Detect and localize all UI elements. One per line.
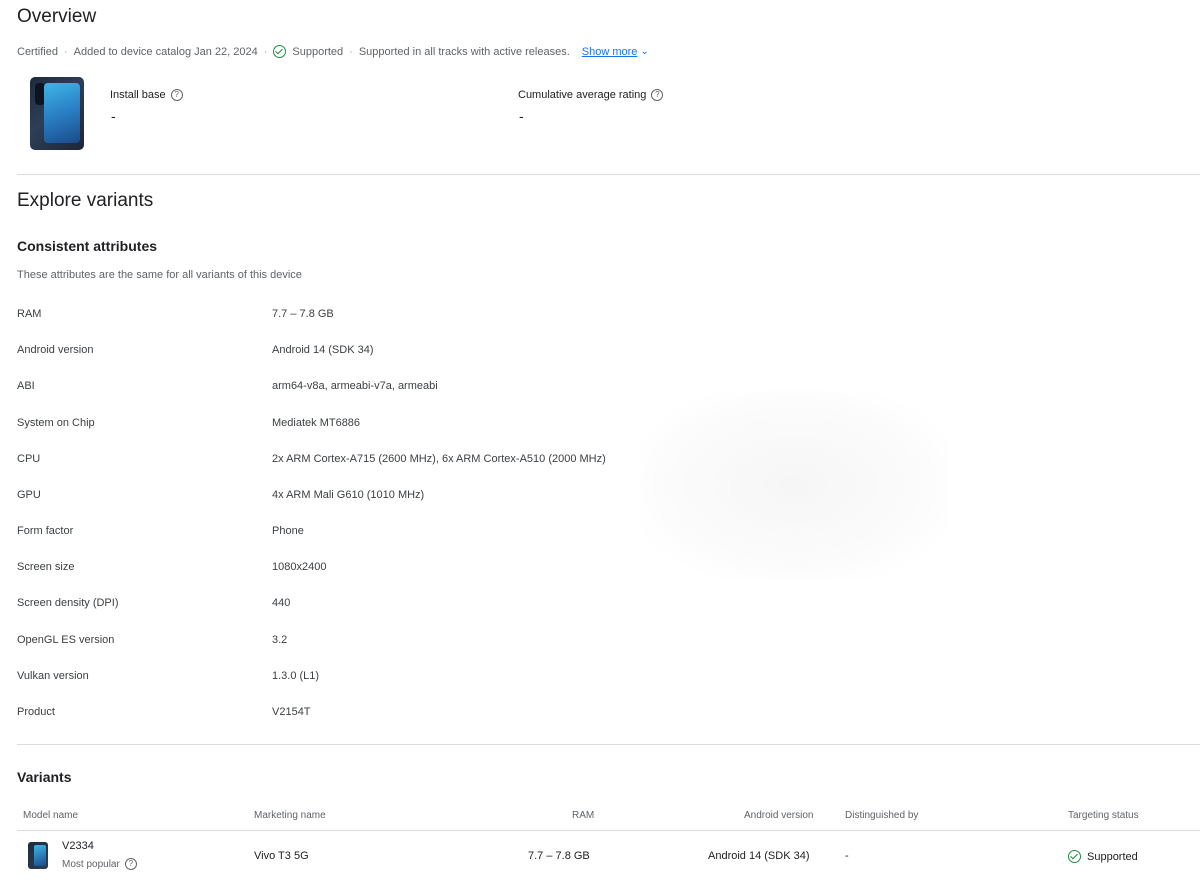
- attribute-value: Android 14 (SDK 34): [272, 344, 374, 356]
- attribute-value: 4x ARM Mali G610 (1010 MHz): [272, 489, 425, 501]
- chevron-down-icon[interactable]: ⌄: [640, 46, 648, 57]
- column-header-model-name[interactable]: Model name: [23, 810, 78, 821]
- variant-distinguished-by: -: [845, 850, 849, 862]
- section-divider: [17, 744, 1200, 745]
- attribute-value: 440: [272, 597, 291, 609]
- variant-model-name[interactable]: V2334: [62, 840, 94, 852]
- attribute-value: Phone: [272, 525, 304, 537]
- install-base-value: -: [111, 108, 116, 124]
- attribute-value: 3.2: [272, 634, 288, 646]
- attribute-key: Screen density (DPI): [17, 597, 119, 609]
- variant-targeting-status: Supported: [1068, 850, 1138, 863]
- column-header-distinguished-by[interactable]: Distinguished by: [845, 810, 918, 821]
- install-base-stat: Install base ?: [110, 89, 183, 101]
- attribute-value: 1.3.0 (L1): [272, 670, 320, 682]
- variants-heading: Variants: [17, 769, 72, 785]
- most-popular-label: Most popular: [62, 858, 120, 870]
- targeting-status-label: Supported: [1087, 850, 1138, 863]
- certified-label: Certified: [17, 45, 58, 58]
- separator-dot: ·: [349, 45, 353, 58]
- table-header-divider: [17, 830, 1200, 831]
- support-detail-label: Supported in all tracks with active rele…: [358, 45, 570, 58]
- attribute-key: Vulkan version: [17, 670, 89, 682]
- attribute-key: Screen size: [17, 561, 75, 573]
- column-header-ram[interactable]: RAM: [572, 810, 594, 821]
- consistent-attributes-heading: Consistent attributes: [17, 238, 158, 254]
- column-header-marketing-name[interactable]: Marketing name: [254, 810, 326, 821]
- column-header-targeting-status[interactable]: Targeting status: [1068, 810, 1139, 821]
- variant-tag: Most popular ?: [62, 858, 137, 870]
- attribute-key: ABI: [17, 380, 35, 392]
- device-meta-row: Certified · Added to device catalog Jan …: [17, 45, 649, 58]
- separator-dot: ·: [263, 45, 268, 58]
- watermark-blur: [640, 390, 950, 580]
- attribute-value: V2154T: [272, 706, 311, 718]
- attribute-key: Android version: [17, 344, 94, 356]
- check-circle-icon: [1068, 850, 1081, 863]
- variant-android-version: Android 14 (SDK 34): [708, 850, 810, 862]
- section-divider: [17, 174, 1200, 175]
- attribute-value: Mediatek MT6886: [272, 417, 361, 429]
- attribute-value: 7.7 – 7.8 GB: [272, 308, 334, 320]
- attribute-key: System on Chip: [17, 417, 95, 429]
- attribute-key: CPU: [17, 453, 41, 465]
- show-more-link[interactable]: Show more: [582, 46, 638, 58]
- help-icon[interactable]: ?: [170, 89, 183, 101]
- rating-label: Cumulative average rating: [518, 89, 647, 101]
- check-circle-icon: [273, 45, 287, 58]
- attribute-value: 2x ARM Cortex-A715 (2600 MHz), 6x ARM Co…: [272, 453, 606, 465]
- support-status-label: Supported: [292, 45, 344, 58]
- attribute-value: arm64-v8a, armeabi-v7a, armeabi: [272, 380, 438, 392]
- install-base-label: Install base: [110, 89, 166, 101]
- device-screen: [44, 83, 80, 143]
- variant-ram: 7.7 – 7.8 GB: [528, 850, 590, 862]
- variant-marketing-name: Vivo T3 5G: [254, 850, 309, 862]
- rating-stat: Cumulative average rating ?: [518, 89, 664, 101]
- attribute-key: RAM: [17, 308, 42, 320]
- attribute-key: Form factor: [17, 525, 74, 537]
- separator-dot: ·: [63, 45, 68, 58]
- added-date-label: Added to device catalog Jan 22, 2024: [73, 45, 258, 58]
- explore-variants-heading: Explore variants: [17, 190, 154, 211]
- attribute-key: GPU: [17, 489, 41, 501]
- device-image: [30, 77, 84, 150]
- rating-value: -: [519, 108, 524, 124]
- help-icon[interactable]: ?: [124, 858, 137, 870]
- consistent-attributes-description: These attributes are the same for all va…: [17, 269, 302, 281]
- device-screen: [34, 845, 46, 866]
- attribute-value: 1080x2400: [272, 561, 327, 573]
- attribute-key: Product: [17, 706, 55, 718]
- page-title: Overview: [17, 6, 97, 27]
- device-image: [28, 842, 48, 869]
- help-icon[interactable]: ?: [651, 89, 664, 101]
- attribute-key: OpenGL ES version: [17, 634, 115, 646]
- column-header-android-version[interactable]: Android version: [744, 810, 813, 821]
